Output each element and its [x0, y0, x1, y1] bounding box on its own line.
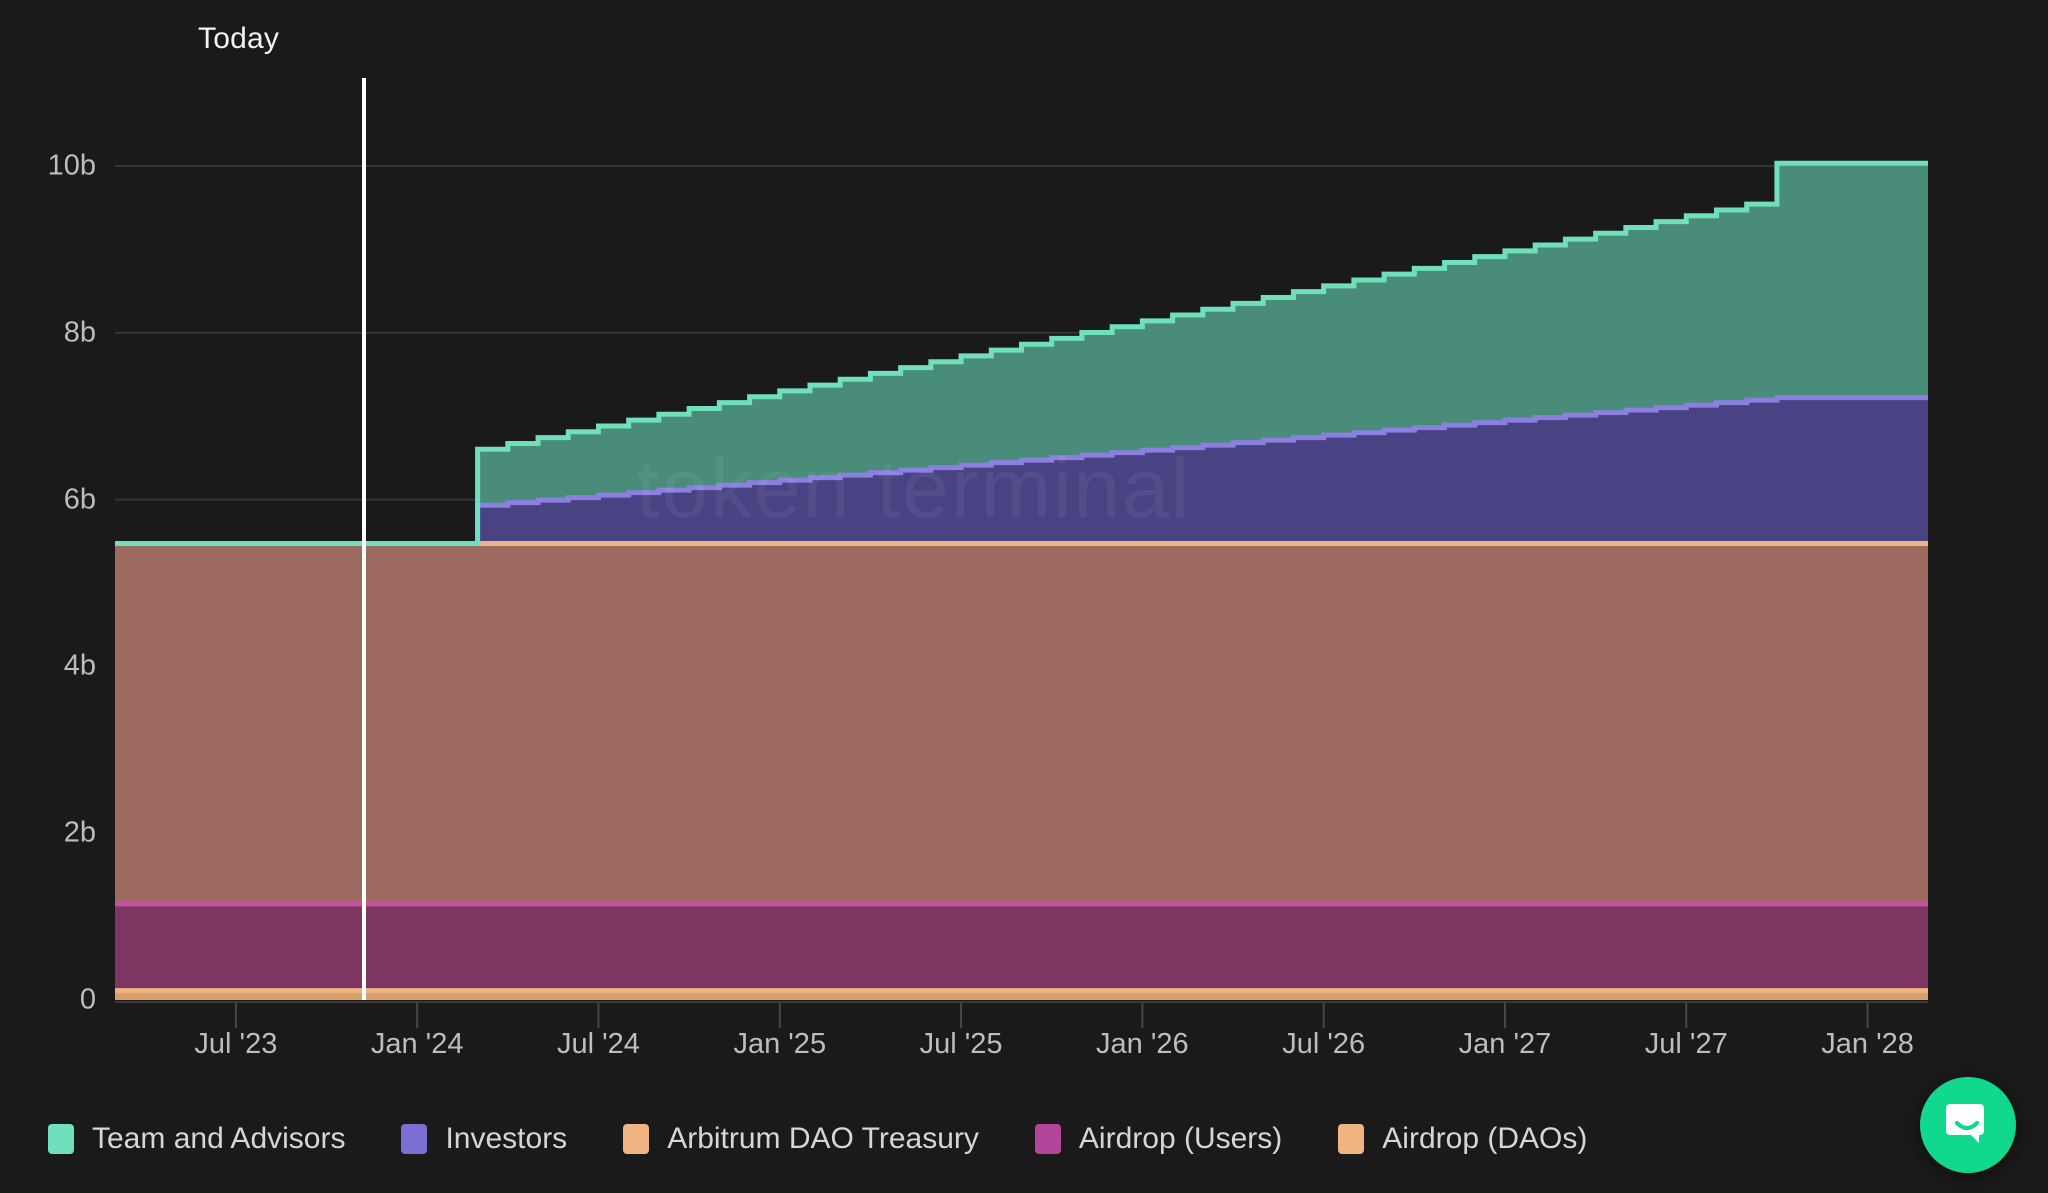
chart-page: token terminal Today 02b4b6b8b10b Jul '2…: [0, 0, 2048, 1193]
x-axis-tick-label: Jan '25: [733, 1028, 827, 1060]
x-axis-tick-label: Jan '27: [1458, 1028, 1552, 1060]
legend-label: Team and Advisors: [92, 1122, 346, 1155]
stacked-area-chart: [115, 78, 1928, 1028]
y-axis-tick-label: 6b: [63, 483, 96, 516]
series-areas: [115, 163, 1928, 1000]
y-axis: 0 2b 4b 6b 8b 10b: [0, 0, 96, 1045]
legend-label: Airdrop (Users): [1078, 1122, 1283, 1155]
x-axis-tick-label: Jul '23: [194, 1028, 278, 1060]
y-axis-tick-label: 4b: [63, 649, 96, 682]
today-label: Today: [198, 22, 280, 55]
legend-item-arbitrum-dao-treasury[interactable]: Arbitrum DAO Treasury: [623, 1122, 979, 1156]
area-arbitrum-dao-treasury: [115, 543, 1928, 904]
legend-label: Airdrop (DAOs): [1382, 1122, 1588, 1155]
x-axis-tick-label: Jul '25: [919, 1028, 1003, 1060]
y-axis-tick-label: 0: [79, 983, 96, 1016]
legend-swatch: [401, 1124, 428, 1154]
legend-label: Arbitrum DAO Treasury: [667, 1122, 979, 1155]
x-axis: Jul '23 Jan '24 Jul '24 Jan '25 Jul '25 Jan '…: [0, 1028, 2048, 1078]
legend-label: Investors: [445, 1122, 568, 1155]
x-axis-tick-label: Jul '24: [556, 1028, 640, 1060]
x-gridlines: [234, 1002, 1869, 1028]
area-airdrop-users: [115, 903, 1928, 991]
legend-swatch: [1338, 1124, 1365, 1154]
x-axis-tick-label: Jul '27: [1644, 1028, 1728, 1060]
legend-item-airdrop-users[interactable]: Airdrop (Users): [1034, 1122, 1283, 1156]
y-axis-tick-label: 10b: [47, 149, 96, 182]
chart-plot-area: token terminal Today 02b4b6b8b10b: [0, 0, 2048, 1045]
y-axis-tick-label: 8b: [63, 316, 96, 349]
legend-swatch: [48, 1124, 74, 1154]
x-axis-tick-label: Jul '26: [1282, 1028, 1366, 1060]
x-axis-tick-label: Jan '26: [1096, 1028, 1189, 1060]
x-axis-tick-label: Jan '24: [370, 1028, 464, 1060]
y-axis-tick-label: 2b: [63, 816, 96, 849]
chart-legend: Team and Advisors Investors Arbitrum DAO T…: [48, 1122, 1643, 1156]
x-axis-tick-label: Jan '28: [1821, 1028, 1914, 1060]
legend-swatch: [1034, 1124, 1061, 1154]
legend-item-team-and-advisors[interactable]: Team and Advisors: [48, 1122, 345, 1156]
legend-item-airdrop-daos[interactable]: Airdrop (DAOs): [1338, 1122, 1587, 1156]
chat-bubble-icon: [1946, 1104, 1984, 1143]
legend-swatch: [623, 1124, 650, 1154]
intercom-launcher-button[interactable]: [1920, 1077, 2016, 1173]
legend-item-investors[interactable]: Investors: [401, 1122, 567, 1156]
